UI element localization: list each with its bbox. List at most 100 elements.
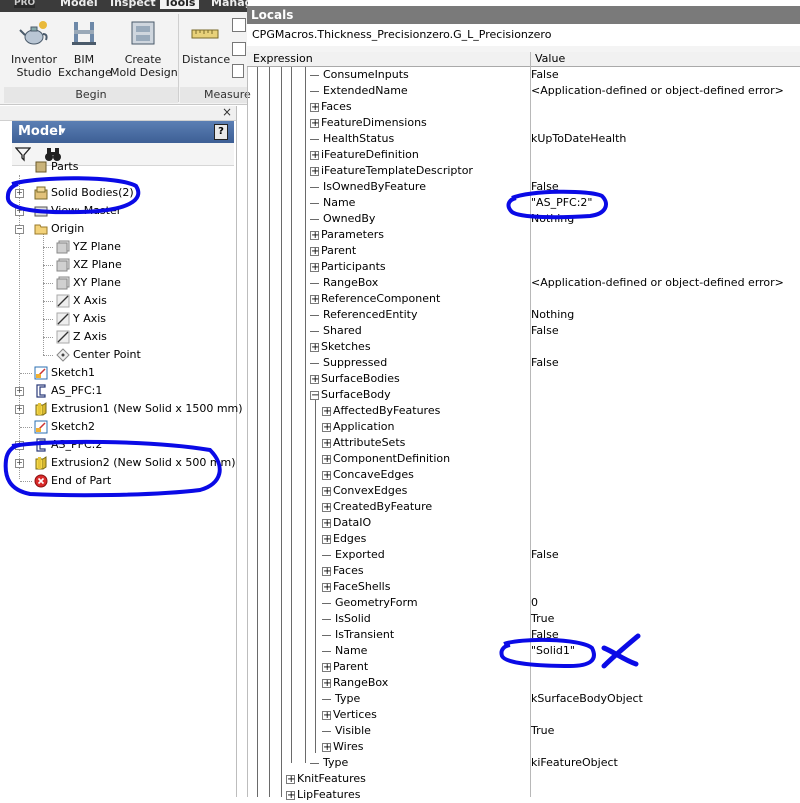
locals-tree: ConsumeInputs False ExtendedName <Applicati… bbox=[0, 0, 800, 801]
locals-row-value[interactable]: True bbox=[531, 723, 554, 739]
expand-icon[interactable]: + bbox=[310, 150, 319, 160]
expand-icon[interactable]: + bbox=[322, 518, 331, 528]
expand-icon[interactable]: + bbox=[322, 582, 331, 592]
locals-row[interactable]: Name bbox=[322, 643, 367, 659]
locals-row-value[interactable]: "AS_PFC:2" bbox=[531, 195, 592, 211]
locals-row[interactable]: + Wires bbox=[322, 739, 363, 755]
locals-row[interactable]: + AffectedByFeatures bbox=[322, 403, 440, 419]
expand-icon[interactable]: + bbox=[310, 294, 319, 304]
locals-row[interactable]: Visible bbox=[322, 723, 371, 739]
expand-icon[interactable]: + bbox=[322, 678, 331, 688]
locals-row[interactable]: + iFeatureTemplateDescriptor bbox=[310, 163, 473, 179]
locals-row-value[interactable]: False bbox=[531, 355, 559, 371]
locals-row[interactable]: + LipFeatures bbox=[286, 787, 360, 803]
locals-row[interactable]: GeometryForm bbox=[322, 595, 418, 611]
expand-icon[interactable]: + bbox=[310, 374, 319, 384]
locals-row[interactable]: IsTransient bbox=[322, 627, 394, 643]
locals-row-name: Parent bbox=[321, 244, 357, 257]
locals-row[interactable]: + FaceShells bbox=[322, 579, 390, 595]
expand-icon[interactable]: + bbox=[310, 118, 319, 128]
locals-row[interactable]: + Faces bbox=[310, 99, 352, 115]
expand-icon[interactable]: + bbox=[322, 470, 331, 480]
tree-branch bbox=[310, 186, 319, 188]
locals-row[interactable]: + Faces bbox=[322, 563, 364, 579]
locals-row[interactable]: + Sketches bbox=[310, 339, 371, 355]
tree-branch bbox=[310, 74, 319, 76]
locals-row-value[interactable]: False bbox=[531, 67, 559, 83]
expand-icon[interactable]: + bbox=[322, 422, 331, 432]
locals-row-value[interactable]: False bbox=[531, 547, 559, 563]
locals-row-value[interactable]: False bbox=[531, 179, 559, 195]
locals-row[interactable]: + Vertices bbox=[322, 707, 377, 723]
locals-row[interactable]: + ConcaveEdges bbox=[322, 467, 414, 483]
expand-icon[interactable]: + bbox=[286, 790, 295, 800]
collapse-icon[interactable]: − bbox=[310, 390, 319, 400]
expand-icon[interactable]: + bbox=[310, 246, 319, 256]
locals-row[interactable]: + Participants bbox=[310, 259, 386, 275]
locals-row[interactable]: + Parameters bbox=[310, 227, 384, 243]
locals-row[interactable]: + FeatureDimensions bbox=[310, 115, 427, 131]
expand-icon[interactable]: + bbox=[310, 102, 319, 112]
expand-icon[interactable]: + bbox=[322, 710, 331, 720]
expand-icon[interactable]: + bbox=[322, 486, 331, 496]
locals-row[interactable]: ExtendedName bbox=[310, 83, 408, 99]
expand-icon[interactable]: + bbox=[310, 342, 319, 352]
expand-icon[interactable]: + bbox=[322, 662, 331, 672]
locals-row-name: FeatureDimensions bbox=[321, 116, 427, 129]
locals-row-value[interactable]: kiFeatureObject bbox=[531, 755, 618, 771]
locals-row-name: GeometryForm bbox=[335, 596, 418, 609]
locals-row[interactable]: + Edges bbox=[322, 531, 366, 547]
locals-row-value[interactable]: kUpToDateHealth bbox=[531, 131, 626, 147]
locals-row-value[interactable]: 0 bbox=[531, 595, 538, 611]
locals-row-value[interactable]: "Solid1" bbox=[531, 643, 575, 659]
expand-icon[interactable]: + bbox=[322, 742, 331, 752]
locals-row-value[interactable]: <Application-defined or object-defined e… bbox=[531, 275, 784, 291]
locals-row-value[interactable]: Nothing bbox=[531, 211, 574, 227]
locals-row-value[interactable]: False bbox=[531, 627, 559, 643]
locals-row[interactable]: + KnitFeatures bbox=[286, 771, 366, 787]
expand-icon[interactable]: + bbox=[322, 502, 331, 512]
locals-row[interactable]: OwnedBy bbox=[310, 211, 375, 227]
expand-icon[interactable]: + bbox=[322, 534, 331, 544]
tree-guide-line bbox=[305, 67, 306, 763]
locals-row[interactable]: + AttributeSets bbox=[322, 435, 405, 451]
locals-row[interactable]: ConsumeInputs bbox=[310, 67, 409, 83]
locals-row[interactable]: + Application bbox=[322, 419, 394, 435]
expand-icon[interactable]: + bbox=[310, 230, 319, 240]
locals-row[interactable]: IsOwnedByFeature bbox=[310, 179, 426, 195]
locals-row[interactable]: Suppressed bbox=[310, 355, 387, 371]
locals-row[interactable]: + DataIO bbox=[322, 515, 371, 531]
locals-row[interactable]: Name bbox=[310, 195, 355, 211]
locals-row-value[interactable]: kSurfaceBodyObject bbox=[531, 691, 643, 707]
expand-icon[interactable]: + bbox=[322, 566, 331, 576]
locals-row-value[interactable]: <Application-defined or object-defined e… bbox=[531, 83, 784, 99]
locals-row[interactable]: ReferencedEntity bbox=[310, 307, 418, 323]
expand-icon[interactable]: + bbox=[310, 166, 319, 176]
expand-icon[interactable]: + bbox=[286, 774, 295, 784]
locals-row-value[interactable]: Nothing bbox=[531, 307, 574, 323]
expand-icon[interactable]: + bbox=[322, 406, 331, 416]
locals-row[interactable]: + Parent bbox=[322, 659, 368, 675]
locals-row-value[interactable]: True bbox=[531, 611, 554, 627]
expand-icon[interactable]: + bbox=[322, 454, 331, 464]
locals-row[interactable]: Shared bbox=[310, 323, 362, 339]
locals-row[interactable]: + ConvexEdges bbox=[322, 483, 407, 499]
locals-row[interactable]: + ComponentDefinition bbox=[322, 451, 450, 467]
locals-row[interactable]: HealthStatus bbox=[310, 131, 394, 147]
locals-row[interactable]: RangeBox bbox=[310, 275, 378, 291]
locals-row[interactable]: + SurfaceBodies bbox=[310, 371, 400, 387]
locals-row[interactable]: Type bbox=[322, 691, 360, 707]
expand-icon[interactable]: + bbox=[322, 438, 331, 448]
locals-row[interactable]: + iFeatureDefinition bbox=[310, 147, 419, 163]
locals-row[interactable]: + Parent bbox=[310, 243, 356, 259]
locals-row[interactable]: Exported bbox=[322, 547, 385, 563]
locals-row[interactable]: + RangeBox bbox=[322, 675, 388, 691]
expand-icon[interactable]: + bbox=[310, 262, 319, 272]
locals-row[interactable]: + CreatedByFeature bbox=[322, 499, 432, 515]
locals-row-name: AttributeSets bbox=[333, 436, 406, 449]
locals-row[interactable]: − SurfaceBody bbox=[310, 387, 391, 403]
locals-row-value[interactable]: False bbox=[531, 323, 559, 339]
locals-row[interactable]: + ReferenceComponent bbox=[310, 291, 440, 307]
locals-row[interactable]: Type bbox=[310, 755, 348, 771]
locals-row[interactable]: IsSolid bbox=[322, 611, 371, 627]
